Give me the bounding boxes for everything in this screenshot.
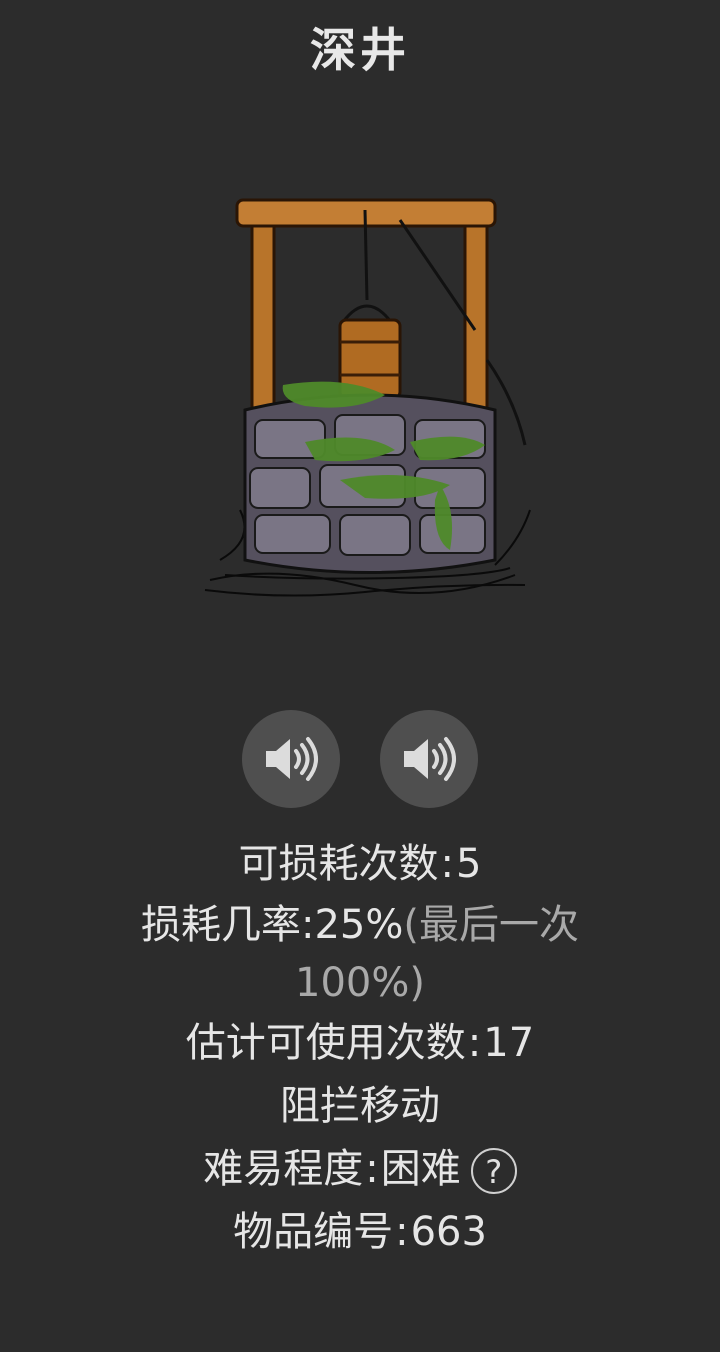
separator: : (467, 1020, 482, 1066)
wear-count-line: 可损耗次数:5 (60, 833, 660, 896)
wear-rate-value: 25% (314, 902, 404, 948)
wear-rate-label: 损耗几率 (141, 902, 301, 948)
sound-button-1[interactable] (242, 710, 340, 808)
difficulty-value: 困难 (380, 1146, 461, 1192)
separator: : (440, 841, 455, 887)
wear-count-value: 5 (456, 841, 482, 887)
item-id-value: 663 (410, 1209, 487, 1255)
estimated-uses-line: 估计可使用次数:17 (60, 1012, 660, 1075)
well-illustration (204, 198, 531, 597)
left-post (250, 218, 276, 422)
wear-rate-line: 损耗几率:25%(最后一次 100%) (60, 896, 660, 1012)
wear-rate-note: (最后一次 (403, 902, 579, 948)
help-button[interactable]: ? (470, 1148, 517, 1194)
difficulty-line: 难易程度:困难? (60, 1138, 660, 1201)
speaker-icon (404, 737, 456, 781)
wear-count-label: 可损耗次数 (238, 841, 439, 887)
difficulty-label: 难易程度 (203, 1146, 364, 1192)
item-info: 可损耗次数:5 损耗几率:25%(最后一次 100%) 估计可使用次数:17 阻… (60, 833, 660, 1264)
separator: : (395, 1209, 409, 1255)
sound-button-2[interactable] (380, 710, 478, 808)
separator: : (301, 902, 315, 948)
sound-button-row (0, 710, 720, 808)
estimated-uses-label: 估计可使用次数 (185, 1020, 466, 1066)
blocks-movement: 阻拦移动 (280, 1083, 440, 1129)
estimated-uses-value: 17 (483, 1020, 535, 1066)
page-title: 深井 (310, 23, 410, 77)
speaker-icon (266, 737, 318, 781)
item-id-label: 物品编号 (233, 1209, 394, 1255)
separator: : (365, 1146, 379, 1192)
item-id-line: 物品编号:663 (60, 1201, 660, 1264)
wear-rate-note-final: 100%) (295, 960, 425, 1006)
